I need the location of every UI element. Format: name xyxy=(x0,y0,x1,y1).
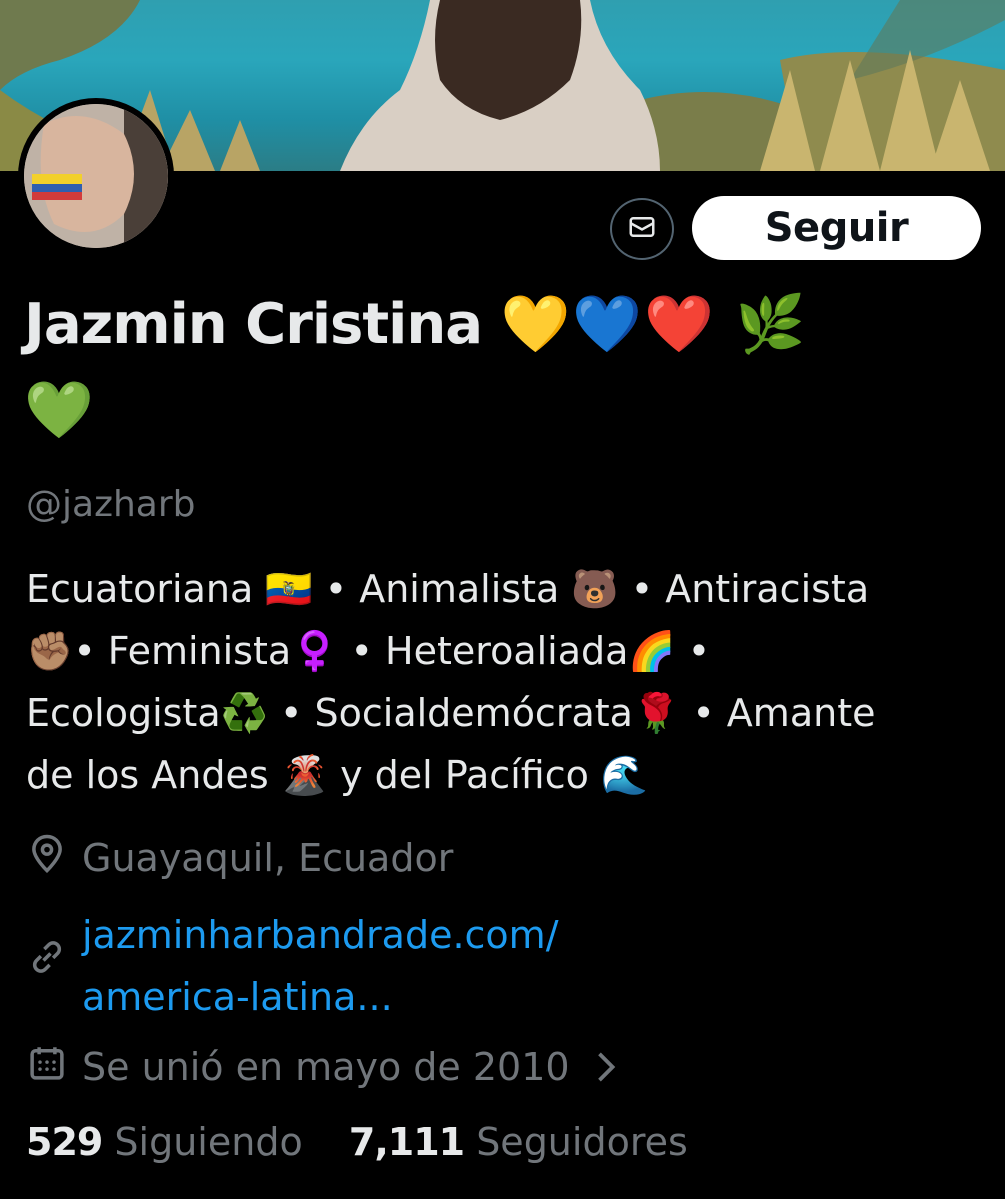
display-name-emojis: 💛💙❤️ 🌿 xyxy=(500,292,808,357)
website-link[interactable]: jazminharbandrade.com/ america-latina... xyxy=(82,904,559,1028)
display-name-emojis-2: 💚 xyxy=(24,378,96,443)
joined-row[interactable]: Se unió en mayo de 2010 xyxy=(26,1042,622,1095)
followers-label: Seguidores xyxy=(476,1120,688,1164)
display-name: Jazmin Cristina 💛💙❤️ 🌿 💚 xyxy=(24,282,924,454)
following-link[interactable]: 529 Siguiendo xyxy=(26,1120,315,1164)
joined-text: Se unió en mayo de 2010 xyxy=(82,1045,570,1089)
bio-line: de los Andes 🌋 y del Pacífico 🌊 xyxy=(26,753,649,797)
followers-count: 7,111 xyxy=(348,1120,465,1164)
bio-line: ✊🏽• Feminista♀️ • Heteroaliada🌈 • xyxy=(26,629,711,673)
website-link-line2: america-latina... xyxy=(82,975,393,1019)
follow-button[interactable]: Seguir xyxy=(692,196,981,260)
followers-link[interactable]: 7,111 Seguidores xyxy=(349,1120,688,1164)
website-row: jazminharbandrade.com/ america-latina... xyxy=(26,904,559,1028)
chevron-right-icon xyxy=(592,1048,622,1095)
display-name-text: Jazmin Cristina xyxy=(24,292,483,357)
bio-line: Ecologista♻️ • Socialdemócrata🌹 • Amante xyxy=(26,691,876,735)
envelope-icon xyxy=(627,212,657,246)
message-button[interactable] xyxy=(610,198,674,260)
website-link-line1: jazminharbandrade.com/ xyxy=(82,913,559,957)
following-label: Siguiendo xyxy=(114,1120,303,1164)
location-row: Guayaquil, Ecuador xyxy=(26,833,453,883)
bio: Ecuatoriana 🇪🇨 • Animalista 🐻 • Antiraci… xyxy=(26,558,986,806)
map-pin-icon xyxy=(26,833,68,875)
follow-stats: 529 Siguiendo 7,111 Seguidores xyxy=(26,1120,688,1164)
location-text: Guayaquil, Ecuador xyxy=(82,836,454,880)
bio-line: Ecuatoriana 🇪🇨 • Animalista 🐻 • Antiraci… xyxy=(26,567,870,611)
user-handle: @jazharb xyxy=(26,484,196,525)
calendar-icon xyxy=(26,1042,68,1084)
following-count: 529 xyxy=(26,1120,103,1164)
avatar[interactable] xyxy=(18,98,174,254)
link-icon xyxy=(26,936,68,978)
